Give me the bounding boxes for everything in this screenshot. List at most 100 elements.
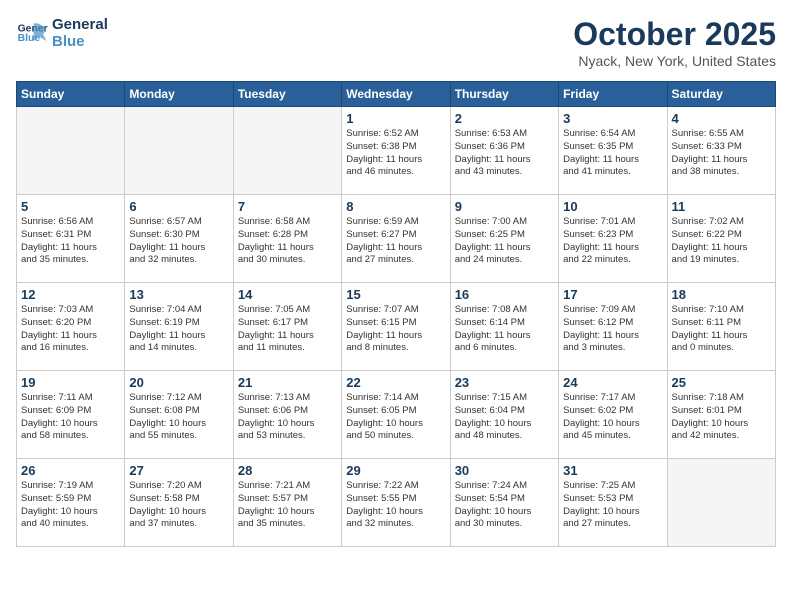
logo-icon: General Blue [16, 17, 48, 49]
calendar-cell: 17 Sunrise: 7:09 AMSunset: 6:12 PMDayligh… [559, 283, 667, 371]
calendar-cell: 23Sunrise: 7:15 AMSunset: 6:04 PMDayligh… [450, 371, 558, 459]
weekday-header-tuesday: Tuesday [233, 82, 341, 107]
calendar-cell: 14Sunrise: 7:05 AMSunset: 6:17 PMDayligh… [233, 283, 341, 371]
day-number: 2 [455, 111, 554, 126]
calendar-cell: 8 Sunrise: 6:59 AMSunset: 6:27 PMDaylight… [342, 195, 450, 283]
day-number: 8 [346, 199, 445, 214]
calendar-cell [17, 107, 125, 195]
cell-text: Sunrise: 6:58 AMSunset: 6:28 PMDaylight:… [238, 216, 337, 267]
day-number: 1 [346, 111, 445, 126]
calendar-cell: 25Sunrise: 7:18 AMSunset: 6:01 PMDayligh… [667, 371, 775, 459]
cell-text: Sunrise: 6:53 AMSunset: 6:36 PMDaylight:… [455, 128, 554, 179]
weekday-header-friday: Friday [559, 82, 667, 107]
calendar-cell: 24 Sunrise: 7:17 AMSunset: 6:02 PMDayligh… [559, 371, 667, 459]
day-number: 17 [563, 287, 662, 302]
day-number: 11 [672, 199, 771, 214]
calendar-cell: 6 Sunrise: 6:57 AMSunset: 6:30 PMDaylight… [125, 195, 233, 283]
day-number: 3 [563, 111, 662, 126]
calendar-cell: 9 Sunrise: 7:00 AMSunset: 6:25 PMDaylight… [450, 195, 558, 283]
cell-text: Sunrise: 7:14 AMSunset: 6:05 PMDaylight:… [346, 392, 445, 443]
week-row-5: 26 Sunrise: 7:19 AMSunset: 5:59 PMDayligh… [17, 459, 776, 547]
day-number: 25 [672, 375, 771, 390]
calendar-cell: 11 Sunrise: 7:02 AMSunset: 6:22 PMDayligh… [667, 195, 775, 283]
cell-text: Sunrise: 7:17 AMSunset: 6:02 PMDaylight:… [563, 392, 662, 443]
calendar-cell: 28 Sunrise: 7:21 AMSunset: 5:57 PMDayligh… [233, 459, 341, 547]
calendar-cell [667, 459, 775, 547]
cell-text: Sunrise: 6:54 AMSunset: 6:35 PMDaylight:… [563, 128, 662, 179]
weekday-header-saturday: Saturday [667, 82, 775, 107]
calendar-cell: 30 Sunrise: 7:24 AMSunset: 5:54 PMDayligh… [450, 459, 558, 547]
calendar-cell [125, 107, 233, 195]
day-number: 6 [129, 199, 228, 214]
logo: General Blue General Blue [16, 16, 108, 50]
cell-text: Sunrise: 7:21 AMSunset: 5:57 PMDaylight:… [238, 480, 337, 531]
cell-text: Sunrise: 7:24 AMSunset: 5:54 PMDaylight:… [455, 480, 554, 531]
calendar-cell: 16Sunrise: 7:08 AMSunset: 6:14 PMDayligh… [450, 283, 558, 371]
calendar-cell: 27Sunrise: 7:20 AMSunset: 5:58 PMDayligh… [125, 459, 233, 547]
weekday-header-monday: Monday [125, 82, 233, 107]
calendar-cell: 7 Sunrise: 6:58 AMSunset: 6:28 PMDaylight… [233, 195, 341, 283]
day-number: 14 [238, 287, 337, 302]
cell-text: Sunrise: 7:01 AMSunset: 6:23 PMDaylight:… [563, 216, 662, 267]
cell-text: Sunrise: 7:08 AMSunset: 6:14 PMDaylight:… [455, 304, 554, 355]
cell-text: Sunrise: 7:20 AMSunset: 5:58 PMDaylight:… [129, 480, 228, 531]
weekday-header-thursday: Thursday [450, 82, 558, 107]
day-number: 5 [21, 199, 120, 214]
cell-text: Sunrise: 7:10 AMSunset: 6:11 PMDaylight:… [672, 304, 771, 355]
cell-text: Sunrise: 7:11 AMSunset: 6:09 PMDaylight:… [21, 392, 120, 443]
day-number: 15 [346, 287, 445, 302]
day-number: 28 [238, 463, 337, 478]
calendar-cell: 13Sunrise: 7:04 AMSunset: 6:19 PMDayligh… [125, 283, 233, 371]
day-number: 31 [563, 463, 662, 478]
day-number: 4 [672, 111, 771, 126]
calendar-cell: 22 Sunrise: 7:14 AMSunset: 6:05 PMDayligh… [342, 371, 450, 459]
calendar-cell: 10 Sunrise: 7:01 AMSunset: 6:23 PMDayligh… [559, 195, 667, 283]
day-number: 22 [346, 375, 445, 390]
day-number: 26 [21, 463, 120, 478]
day-number: 10 [563, 199, 662, 214]
calendar-cell: 4 Sunrise: 6:55 AMSunset: 6:33 PMDaylight… [667, 107, 775, 195]
calendar-cell: 15 Sunrise: 7:07 AMSunset: 6:15 PMDayligh… [342, 283, 450, 371]
calendar-cell: 20Sunrise: 7:12 AMSunset: 6:08 PMDayligh… [125, 371, 233, 459]
cell-text: Sunrise: 7:19 AMSunset: 5:59 PMDaylight:… [21, 480, 120, 531]
calendar-cell: 19 Sunrise: 7:11 AMSunset: 6:09 PMDayligh… [17, 371, 125, 459]
calendar-cell: 3 Sunrise: 6:54 AMSunset: 6:35 PMDaylight… [559, 107, 667, 195]
month-title: October 2025 [573, 16, 776, 53]
day-number: 12 [21, 287, 120, 302]
cell-text: Sunrise: 6:59 AMSunset: 6:27 PMDaylight:… [346, 216, 445, 267]
day-number: 19 [21, 375, 120, 390]
title-block: October 2025 Nyack, New York, United Sta… [573, 16, 776, 69]
logo-text-line2: Blue [52, 33, 108, 50]
cell-text: Sunrise: 7:22 AMSunset: 5:55 PMDaylight:… [346, 480, 445, 531]
day-number: 9 [455, 199, 554, 214]
day-number: 29 [346, 463, 445, 478]
day-number: 30 [455, 463, 554, 478]
cell-text: Sunrise: 7:13 AMSunset: 6:06 PMDaylight:… [238, 392, 337, 443]
cell-text: Sunrise: 7:09 AMSunset: 6:12 PMDaylight:… [563, 304, 662, 355]
day-number: 18 [672, 287, 771, 302]
cell-text: Sunrise: 6:52 AMSunset: 6:38 PMDaylight:… [346, 128, 445, 179]
calendar-cell: 1 Sunrise: 6:52 AMSunset: 6:38 PMDaylight… [342, 107, 450, 195]
cell-text: Sunrise: 7:00 AMSunset: 6:25 PMDaylight:… [455, 216, 554, 267]
week-row-2: 5 Sunrise: 6:56 AMSunset: 6:31 PMDaylight… [17, 195, 776, 283]
week-row-1: 1 Sunrise: 6:52 AMSunset: 6:38 PMDaylight… [17, 107, 776, 195]
day-number: 20 [129, 375, 228, 390]
cell-text: Sunrise: 6:57 AMSunset: 6:30 PMDaylight:… [129, 216, 228, 267]
cell-text: Sunrise: 7:15 AMSunset: 6:04 PMDaylight:… [455, 392, 554, 443]
calendar-cell: 18 Sunrise: 7:10 AMSunset: 6:11 PMDayligh… [667, 283, 775, 371]
cell-text: Sunrise: 7:07 AMSunset: 6:15 PMDaylight:… [346, 304, 445, 355]
cell-text: Sunrise: 6:56 AMSunset: 6:31 PMDaylight:… [21, 216, 120, 267]
calendar-cell [233, 107, 341, 195]
calendar-cell: 12 Sunrise: 7:03 AMSunset: 6:20 PMDayligh… [17, 283, 125, 371]
cell-text: Sunrise: 7:02 AMSunset: 6:22 PMDaylight:… [672, 216, 771, 267]
cell-text: Sunrise: 6:55 AMSunset: 6:33 PMDaylight:… [672, 128, 771, 179]
weekday-header-wednesday: Wednesday [342, 82, 450, 107]
day-number: 7 [238, 199, 337, 214]
weekday-header-row: SundayMondayTuesdayWednesdayThursdayFrid… [17, 82, 776, 107]
calendar-cell: 21Sunrise: 7:13 AMSunset: 6:06 PMDayligh… [233, 371, 341, 459]
day-number: 24 [563, 375, 662, 390]
logo-text-line1: General [52, 16, 108, 33]
cell-text: Sunrise: 7:04 AMSunset: 6:19 PMDaylight:… [129, 304, 228, 355]
cell-text: Sunrise: 7:03 AMSunset: 6:20 PMDaylight:… [21, 304, 120, 355]
calendar-cell: 29 Sunrise: 7:22 AMSunset: 5:55 PMDayligh… [342, 459, 450, 547]
